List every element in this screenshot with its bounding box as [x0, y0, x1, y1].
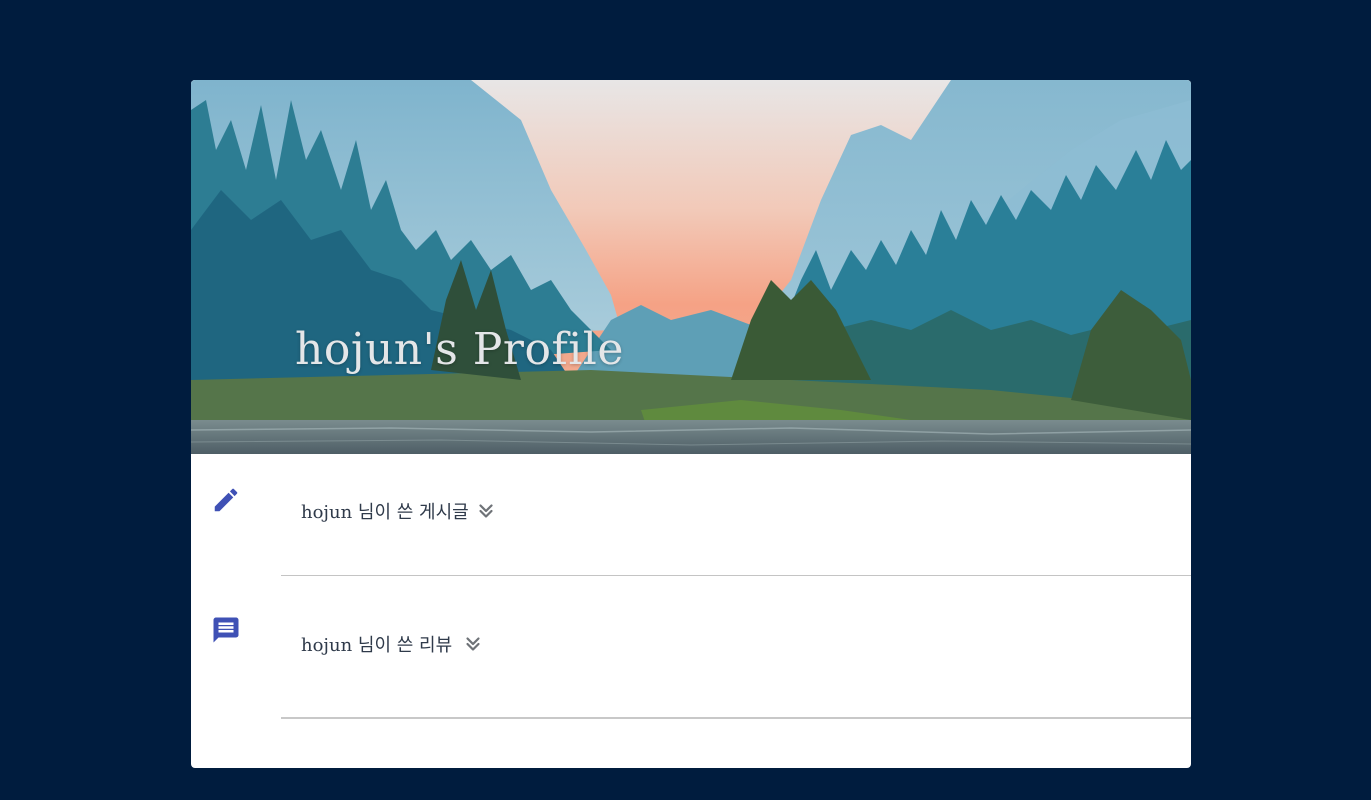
profile-title: hojun's Profile: [295, 324, 624, 375]
reviews-section: hojun 님이 쓴 리뷰: [191, 576, 1191, 717]
posts-section: hojun 님이 쓴 게시글: [191, 454, 1191, 575]
comment-icon: [213, 617, 239, 643]
banner-landscape-image: [191, 80, 1191, 454]
reviews-toggle[interactable]: hojun 님이 쓴 리뷰: [301, 631, 484, 657]
double-chevron-down-icon[interactable]: [475, 500, 497, 522]
section-divider: [281, 717, 1191, 719]
edit-pencil-icon: [214, 488, 238, 512]
profile-banner: hojun's Profile: [191, 80, 1191, 454]
posts-toggle[interactable]: hojun 님이 쓴 게시글: [301, 498, 497, 524]
reviews-label: hojun 님이 쓴 리뷰: [301, 635, 453, 656]
profile-card: hojun's Profile hojun 님이 쓴 게시글 hojun 님이 …: [191, 80, 1191, 768]
posts-label: hojun 님이 쓴 게시글: [301, 502, 469, 523]
double-chevron-down-icon[interactable]: [462, 633, 484, 655]
